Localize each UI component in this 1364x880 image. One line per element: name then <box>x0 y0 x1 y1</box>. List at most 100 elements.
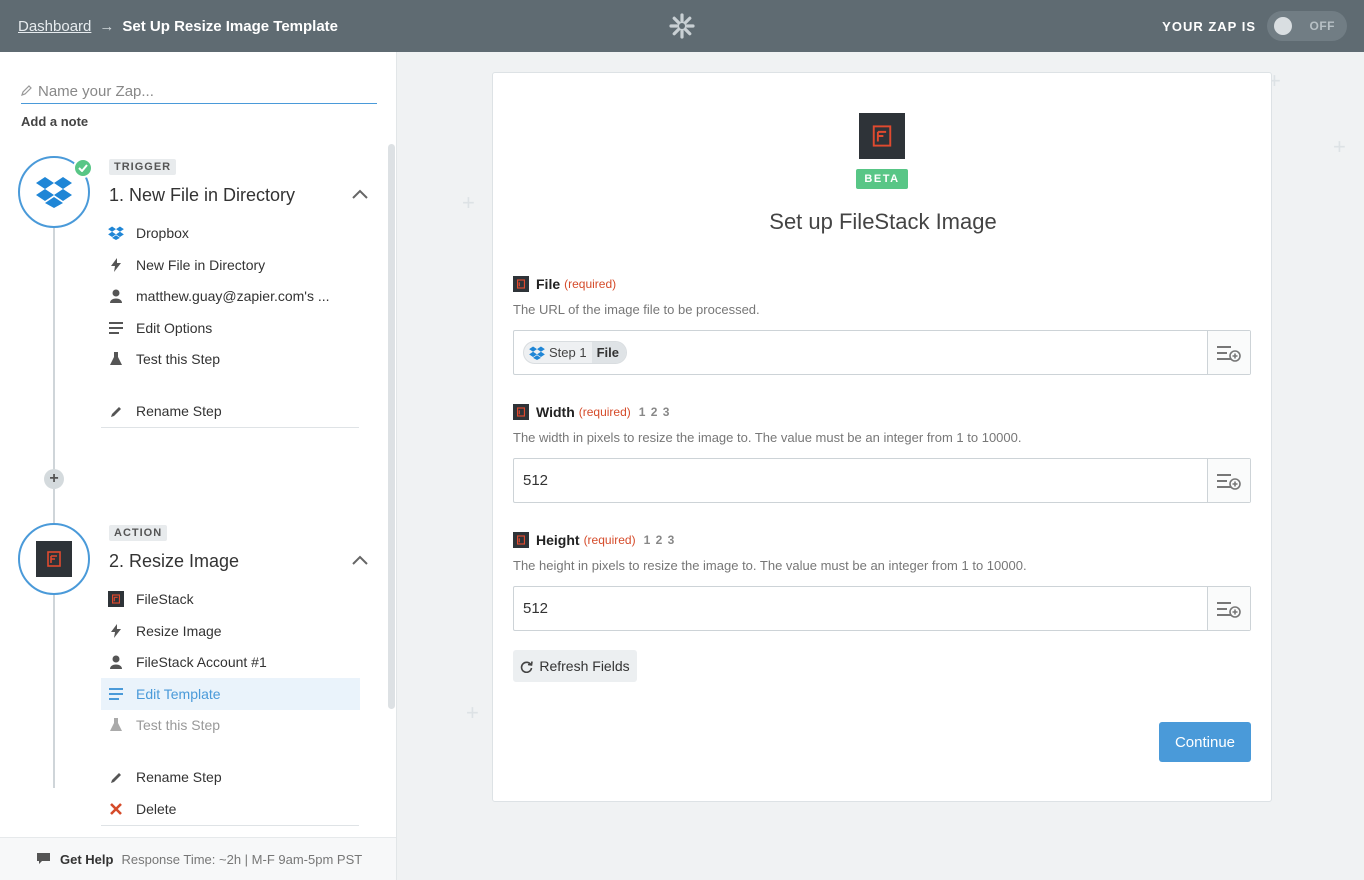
insert-field-icon <box>1217 473 1241 490</box>
check-icon <box>73 158 93 178</box>
insert-field-button[interactable] <box>1207 331 1250 374</box>
action-tag: ACTION <box>109 525 168 541</box>
side-item-label: matthew.guay@zapier.com's ... <box>136 288 330 304</box>
chat-icon <box>37 853 50 864</box>
dashboard-link[interactable]: Dashboard <box>18 18 91 35</box>
height-field-label: Height (required) 1 2 3 <box>513 531 675 549</box>
side-item-label: Edit Options <box>136 320 213 336</box>
side-item-label: FileStack <box>136 591 194 607</box>
insert-field-button[interactable] <box>1207 459 1250 502</box>
user-icon <box>108 288 124 304</box>
step-2-app[interactable]: FileStack <box>108 588 194 610</box>
file-field-help: The URL of the image file to be processe… <box>513 302 760 317</box>
insert-field-icon <box>1217 601 1241 618</box>
dropbox-icon <box>529 345 545 360</box>
step-2-account[interactable]: FileStack Account #1 <box>108 651 267 673</box>
side-item-label: Delete <box>136 801 177 817</box>
width-input[interactable]: 512 <box>513 458 1251 503</box>
pencil-icon <box>108 769 124 785</box>
width-field-help: The width in pixels to resize the image … <box>513 430 1022 445</box>
zap-name-input[interactable] <box>21 80 377 104</box>
side-item-label: Resize Image <box>136 623 222 639</box>
page-title: Set Up Resize Image Template <box>122 17 339 35</box>
filestack-icon <box>513 276 529 292</box>
step-1-title[interactable]: 1. New File in Directory <box>109 185 295 206</box>
side-item-label: FileStack Account #1 <box>136 654 267 670</box>
height-value: 512 <box>523 600 549 617</box>
divider <box>101 427 359 428</box>
continue-button[interactable]: Continue <box>1159 722 1251 762</box>
step-2-edit-template[interactable]: Edit Template <box>101 678 360 710</box>
chevron-up-icon[interactable] <box>351 188 369 200</box>
setup-card: BETA Set up FileStack Image File (requir… <box>492 72 1272 802</box>
bolt-icon <box>108 257 124 273</box>
toggle-label: OFF <box>1309 19 1335 33</box>
top-bar: Dashboard → Set Up Resize Image Template… <box>0 0 1364 52</box>
insert-field-icon <box>1217 345 1241 362</box>
lines-icon <box>108 686 124 702</box>
step-1-app[interactable]: Dropbox <box>108 222 189 244</box>
bolt-icon <box>108 623 124 639</box>
decor-plus: + <box>462 190 475 215</box>
side-item-label: Rename Step <box>136 403 222 419</box>
field-label-text: File <box>536 276 561 292</box>
height-input[interactable]: 512 <box>513 586 1251 631</box>
card-title: Set up FileStack Image <box>769 209 997 234</box>
pill-step-label: Step 1 <box>549 345 587 360</box>
insert-field-button[interactable] <box>1207 587 1250 630</box>
step-2-delete[interactable]: Delete <box>108 798 176 820</box>
step-connector-line <box>53 228 55 788</box>
side-item-label: Rename Step <box>136 769 222 785</box>
side-item-label: New File in Directory <box>136 257 266 273</box>
step-2-event[interactable]: Resize Image <box>108 620 222 642</box>
step-1-test[interactable]: Test this Step <box>108 348 220 370</box>
field-type-hint: 1 2 3 <box>638 405 671 419</box>
file-field-label: File (required) <box>513 275 616 293</box>
action-step-icon[interactable] <box>18 523 90 595</box>
field-label-text: Height <box>536 532 580 548</box>
refresh-icon <box>521 660 534 673</box>
step-1-edit-options[interactable]: Edit Options <box>108 317 212 339</box>
filestack-icon <box>513 532 529 548</box>
decor-plus: + <box>1333 134 1346 159</box>
required-marker: (required) <box>578 405 631 419</box>
step-2-title[interactable]: 2. Resize Image <box>109 551 239 572</box>
trigger-tag: TRIGGER <box>109 159 177 175</box>
refresh-label: Refresh Fields <box>539 658 630 674</box>
get-help-link[interactable]: Get Help <box>60 852 113 867</box>
zapier-star-icon <box>669 13 695 39</box>
required-marker: (required) <box>564 277 617 291</box>
filestack-icon <box>513 404 529 420</box>
width-value: 512 <box>523 472 549 489</box>
add-note-link[interactable]: Add a note <box>21 114 88 129</box>
filestack-icon <box>108 591 124 607</box>
field-label-text: Width <box>536 404 575 420</box>
zap-toggle[interactable]: OFF <box>1267 11 1347 41</box>
refresh-fields-button[interactable]: Refresh Fields <box>513 650 637 682</box>
required-marker: (required) <box>583 533 636 547</box>
lines-icon <box>108 320 124 336</box>
zap-status-label: YOUR ZAP IS <box>1162 18 1256 34</box>
file-input[interactable]: Step 1 File <box>513 330 1251 375</box>
pill-field-label: File <box>591 342 626 363</box>
pill-step: Step 1 <box>524 345 592 360</box>
field-type-hint: 1 2 3 <box>643 533 676 547</box>
step-1-event[interactable]: New File in Directory <box>108 254 265 276</box>
step-2-test[interactable]: Test this Step <box>108 714 220 736</box>
step-1-rename[interactable]: Rename Step <box>108 400 222 422</box>
filestack-icon <box>36 541 72 577</box>
step-2-rename[interactable]: Rename Step <box>108 766 222 788</box>
add-step-button[interactable]: + <box>44 469 64 489</box>
toggle-knob <box>1274 17 1292 35</box>
side-item-label: Dropbox <box>136 225 189 241</box>
side-item-label: Test this Step <box>136 717 221 733</box>
breadcrumb-arrow: → <box>99 17 115 35</box>
side-item-label: Test this Step <box>136 351 221 367</box>
response-time: Response Time: ~2h | M-F 9am-5pm PST <box>121 851 363 867</box>
mapped-field-pill[interactable]: Step 1 File <box>523 341 627 364</box>
height-field-help: The height in pixels to resize the image… <box>513 558 1027 573</box>
sidebar-scrollbar[interactable] <box>388 144 395 709</box>
dropbox-icon <box>108 225 124 241</box>
step-1-account[interactable]: matthew.guay@zapier.com's ... <box>108 285 330 307</box>
chevron-up-icon[interactable] <box>351 554 369 566</box>
